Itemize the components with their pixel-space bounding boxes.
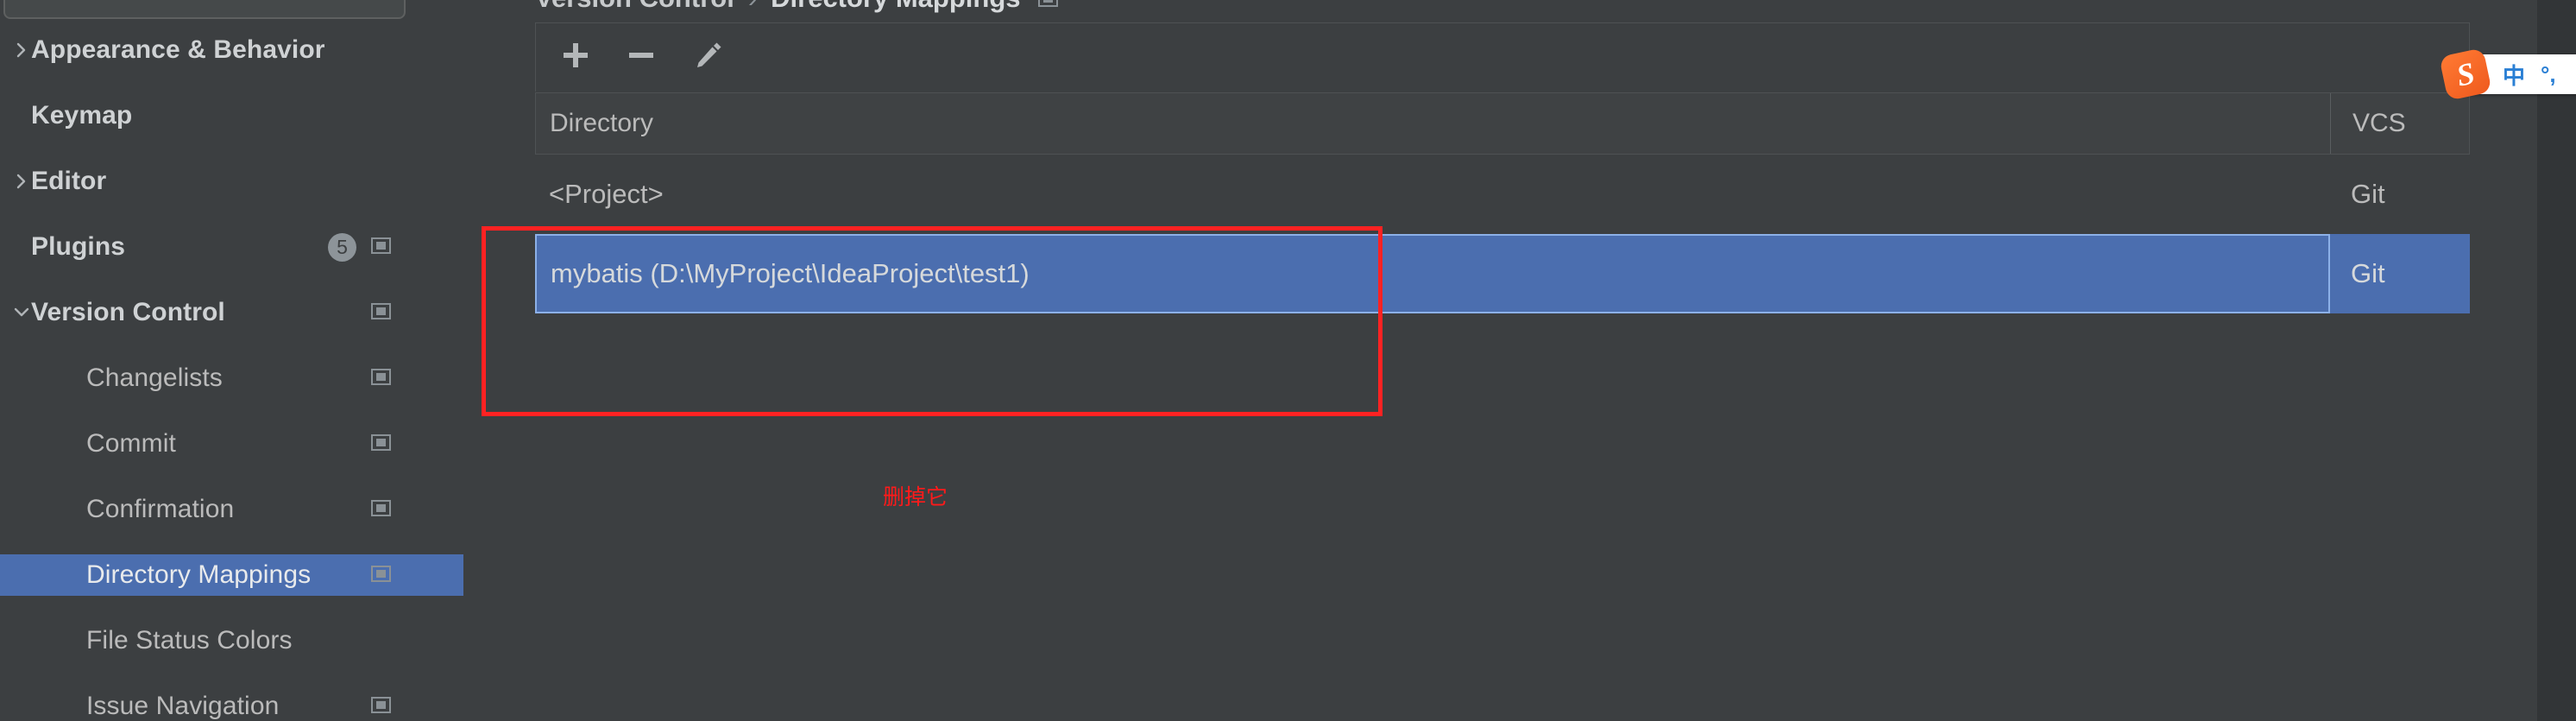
chevron-right-icon[interactable] — [12, 172, 31, 191]
add-mapping-button[interactable] — [543, 23, 608, 91]
cell-directory[interactable]: <Project> — [535, 155, 2330, 234]
sogou-ime-toolbar[interactable]: S 中 °, ☺ — [2439, 47, 2576, 101]
table-header-row: Directory VCS — [535, 92, 2470, 155]
sidebar-item-directory-mappings[interactable]: Directory Mappings — [0, 554, 463, 596]
restore-window-icon[interactable] — [371, 237, 391, 254]
sidebar-item-appearance-behavior[interactable]: Appearance & Behavior — [0, 29, 463, 71]
restore-window-icon[interactable] — [371, 566, 391, 582]
table-row[interactable]: mybatis (D:\MyProject\IdeaProject\test1)… — [535, 234, 2470, 313]
restore-window-icon[interactable] — [371, 369, 391, 385]
column-header-vcs[interactable]: VCS — [2332, 93, 2469, 154]
settings-search-box[interactable] — [3, 0, 406, 19]
restore-window-icon[interactable] — [1037, 0, 1058, 7]
directory-mappings-table: Directory VCS <Project> Git mybatis (D:\… — [535, 92, 2470, 313]
restore-window-icon[interactable] — [371, 697, 391, 713]
sidebar-item-label: Directory Mappings — [86, 560, 312, 589]
sidebar-item-editor[interactable]: Editor — [0, 161, 463, 202]
right-gutter — [2537, 0, 2576, 721]
sidebar-item-label: Confirmation — [86, 495, 235, 523]
settings-sidebar: Appearance & Behavior Keymap Editor Plugins… — [0, 0, 463, 721]
sidebar-item-label: Commit — [86, 429, 176, 458]
chevron-right-icon[interactable] — [12, 41, 31, 60]
cell-directory[interactable]: mybatis (D:\MyProject\IdeaProject\test1) — [535, 234, 2330, 313]
plus-icon — [559, 39, 592, 76]
sidebar-item-label: Plugins — [31, 232, 126, 261]
sogou-logo-icon[interactable]: S — [2439, 47, 2492, 101]
breadcrumb: Version Control › Directory Mappings — [535, 0, 1058, 16]
ime-emoji-icon[interactable]: ☺ — [2572, 61, 2576, 88]
sidebar-item-label: Changelists — [86, 364, 223, 392]
remove-mapping-button[interactable] — [608, 23, 674, 91]
column-header-directory[interactable]: Directory — [536, 93, 2331, 154]
sidebar-item-plugins[interactable]: Plugins 5 — [0, 226, 463, 268]
directory-mappings-panel: Version Control › Directory Mappings — [488, 0, 2537, 721]
sidebar-scrollbar-track[interactable] — [463, 0, 948, 721]
restore-window-icon[interactable] — [371, 434, 391, 451]
settings-dialog: Appearance & Behavior Keymap Editor Plugins… — [0, 0, 2576, 721]
table-row[interactable]: <Project> Git — [535, 155, 2470, 234]
sidebar-item-file-status-colors[interactable]: File Status Colors — [0, 620, 463, 661]
sidebar-item-badge: 5 — [328, 233, 356, 262]
edit-mapping-button[interactable] — [676, 23, 741, 91]
sidebar-item-label: Appearance & Behavior — [31, 35, 325, 64]
ime-punctuation-mode[interactable]: °, — [2541, 61, 2556, 88]
cell-vcs[interactable]: Git — [2330, 155, 2470, 234]
sidebar-item-keymap[interactable]: Keymap — [0, 95, 463, 136]
restore-window-icon[interactable] — [371, 500, 391, 516]
sidebar-item-issue-navigation[interactable]: Issue Navigation — [0, 686, 463, 721]
cell-vcs[interactable]: Git — [2330, 234, 2470, 313]
sidebar-item-confirmation[interactable]: Confirmation — [0, 489, 463, 530]
sidebar-item-label: File Status Colors — [86, 626, 293, 655]
breadcrumb-parent[interactable]: Version Control — [535, 0, 734, 14]
sidebar-item-label: Version Control — [31, 298, 225, 326]
ime-language-mode[interactable]: 中 — [2503, 59, 2525, 91]
breadcrumb-separator-icon: › — [748, 0, 757, 14]
breadcrumb-current: Directory Mappings — [771, 0, 1020, 14]
sidebar-item-commit[interactable]: Commit — [0, 423, 463, 465]
sidebar-item-label: Issue Navigation — [86, 692, 280, 720]
annotation-label: 删掉它 — [883, 485, 948, 509]
sidebar-item-version-control[interactable]: Version Control — [0, 292, 463, 333]
sidebar-item-label: Editor — [31, 167, 107, 195]
sidebar-item-changelists[interactable]: Changelists — [0, 357, 463, 399]
pencil-icon — [691, 38, 726, 77]
restore-window-icon[interactable] — [371, 303, 391, 319]
sidebar-item-label: Keymap — [31, 101, 133, 130]
search-input[interactable] — [19, 0, 381, 9]
chevron-down-icon[interactable] — [12, 303, 31, 322]
minus-icon — [625, 39, 658, 76]
mappings-toolbar — [535, 22, 2470, 92]
